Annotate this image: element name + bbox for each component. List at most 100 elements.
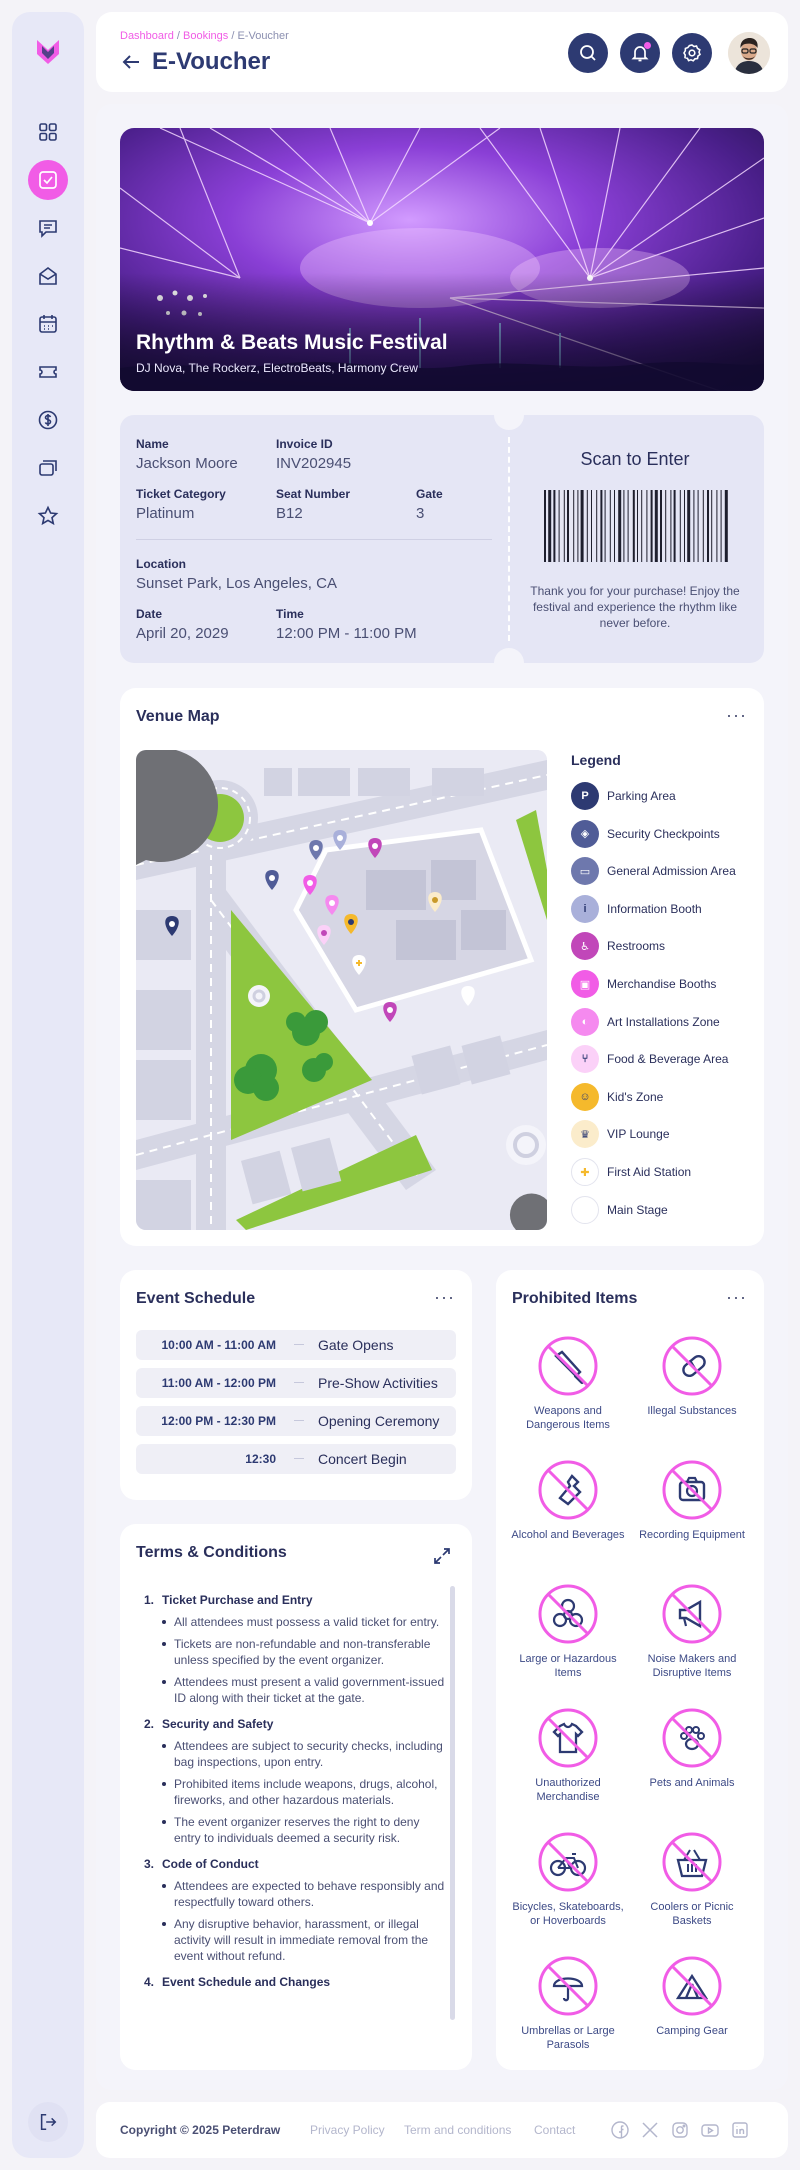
legend-label: Merchandise Booths (607, 977, 717, 991)
settings-button[interactable] (672, 33, 712, 73)
x-icon[interactable] (640, 2120, 660, 2140)
youtube-icon[interactable] (700, 2120, 720, 2140)
calendar-icon (39, 315, 57, 333)
seat-label: Seat Number (276, 487, 351, 501)
linkedin-icon[interactable] (730, 2120, 750, 2140)
nav-calendar[interactable] (28, 304, 68, 344)
nav-gallery[interactable] (28, 448, 68, 488)
schedule-dash (294, 1382, 304, 1383)
barcode-bar (654, 490, 658, 562)
schedule-event: Pre-Show Activities (318, 1375, 438, 1391)
barcode-bar (600, 490, 603, 562)
copyright: Copyright © 2025 Peterdraw (120, 2123, 281, 2137)
terms-content[interactable]: 1. Ticket Purchase and Entry All attendees… (136, 1582, 446, 2064)
shield-icon: ◈ (571, 819, 599, 848)
nav-inbox[interactable] (28, 256, 68, 296)
avatar[interactable] (728, 32, 770, 74)
terms-section-title: 2. Security and Safety (136, 1716, 446, 1732)
barcode-bar (673, 490, 676, 562)
bottle-icon (538, 1460, 598, 1520)
user-avatar-icon (728, 32, 770, 74)
schedule-event: Opening Ceremony (318, 1413, 440, 1429)
prohibited-title: Prohibited Items (512, 1290, 638, 1307)
breadcrumb-separator: / (176, 30, 180, 42)
legend-item: ♿ Restrooms (571, 932, 665, 961)
barcode-bar (609, 490, 611, 562)
knife-icon (538, 1336, 598, 1396)
legend-item: Main Stage (571, 1195, 668, 1224)
seat-value: B12 (276, 505, 303, 522)
breadcrumb: Dashboard / Bookings / E-Voucher (120, 30, 289, 42)
instagram-icon[interactable] (670, 2120, 690, 2140)
terms-item: Attendees must present a valid governmen… (162, 1675, 445, 1705)
prohibited-item-label: Alcohol and Beverages (511, 1529, 625, 1541)
more-options-icon[interactable]: ··· (434, 1288, 455, 1306)
basket-icon (662, 1832, 722, 1892)
message-icon (39, 220, 57, 238)
schedule-time: 11:00 AM - 12:00 PM (161, 1376, 276, 1390)
back-arrow-icon[interactable] (120, 51, 142, 73)
terms-list: Attendees are expected to behave respons… (136, 1878, 446, 1964)
gear-icon (683, 44, 701, 62)
barcode-bar (702, 490, 704, 562)
footer-link-terms[interactable]: Term and conditions (404, 2123, 511, 2137)
dollar-icon (38, 410, 58, 430)
ticket-card: Name Jackson Moore Invoice ID INV202945 … (120, 415, 764, 663)
breadcrumb-dashboard[interactable]: Dashboard (120, 30, 174, 42)
terms-scrollbar[interactable] (450, 1586, 455, 2020)
legend-label: Parking Area (607, 789, 676, 803)
barcode-bar (684, 490, 685, 562)
palette-icon: ◐ (571, 1007, 599, 1036)
venue-map-title: Venue Map (136, 708, 220, 725)
barcode-bar (665, 490, 667, 562)
search-button[interactable] (568, 33, 608, 73)
logout-button[interactable] (28, 2102, 68, 2142)
terms-section-title: 1. Ticket Purchase and Entry (136, 1592, 446, 1608)
terms-section-number: 2. (144, 1717, 155, 1731)
megaphone-icon (662, 1584, 722, 1644)
barcode-bar (641, 490, 643, 562)
footer-link-privacy[interactable]: Privacy Policy (310, 2123, 385, 2137)
gate-label: Gate (416, 487, 443, 501)
barcode-bar (707, 490, 709, 562)
barcode-bar (577, 490, 579, 562)
terms-item: Prohibited items include weapons, drugs,… (162, 1776, 446, 1808)
barcode-bar (586, 490, 588, 562)
more-options-icon[interactable]: ··· (726, 1288, 747, 1306)
expand-icon[interactable] (432, 1546, 452, 1566)
notifications-button[interactable] (620, 33, 660, 73)
nav-bookings[interactable] (28, 160, 68, 200)
nav-tickets[interactable] (28, 352, 68, 392)
facebook-icon[interactable] (610, 2120, 630, 2140)
barcode-bar (604, 490, 606, 562)
prohibited-item-label: Recording Equipment (639, 1529, 745, 1541)
more-options-icon[interactable]: ··· (726, 706, 747, 724)
nav-messages[interactable] (28, 208, 68, 248)
prohibited-item: Umbrellas or Large Parasols (506, 1954, 630, 2052)
nav-favorites[interactable] (28, 496, 68, 536)
time-value: 12:00 PM - 11:00 PM (276, 625, 417, 642)
terms-section-label: Security and Safety (162, 1717, 274, 1731)
category-label: Ticket Category (136, 487, 226, 501)
prohibited-item: Camping Gear (630, 1954, 754, 2038)
vip-icon: ♛ (571, 1120, 599, 1149)
nav-dashboard[interactable] (28, 112, 68, 152)
terms-section-number: 3. (144, 1857, 155, 1871)
footer-link-contact[interactable]: Contact (534, 2123, 575, 2137)
venue-map-card: Venue Map ··· Legend P Parking Area ◈ Se… (120, 688, 764, 1246)
umbrella-icon (538, 1956, 598, 2016)
venue-map[interactable] (136, 750, 547, 1230)
terms-title: Terms & Conditions (136, 1544, 287, 1561)
barcode-bar (637, 490, 638, 562)
barcode-bar (591, 490, 592, 562)
breadcrumb-bookings[interactable]: Bookings (183, 30, 228, 42)
schedule-event: Concert Begin (318, 1451, 407, 1467)
prohibited-item-label: Pets and Animals (649, 1777, 735, 1789)
page-title: E-Voucher (152, 48, 271, 75)
schedule-time: 12:30 (245, 1452, 276, 1466)
terms-list: All attendees must possess a valid ticke… (136, 1614, 446, 1706)
stage-icon (571, 1195, 599, 1224)
nav-finance[interactable] (28, 400, 68, 440)
terms-section-label: Code of Conduct (162, 1857, 259, 1871)
legend-item: P Parking Area (571, 782, 676, 810)
